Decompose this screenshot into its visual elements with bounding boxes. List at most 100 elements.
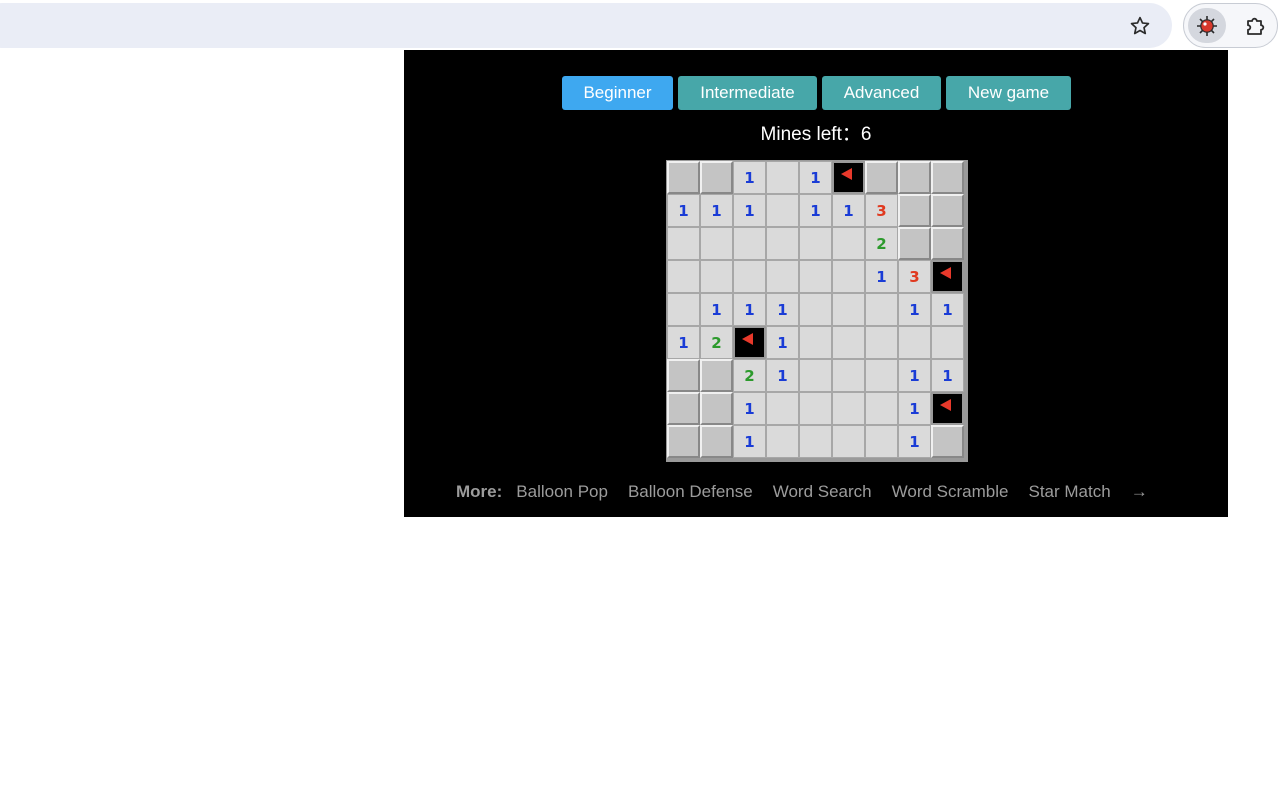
minesweeper-extension-button[interactable] [1188,8,1226,43]
cell-empty[interactable] [832,425,865,458]
cell-hidden[interactable] [700,425,733,458]
cell-number[interactable]: 1 [733,293,766,326]
cell-empty[interactable] [799,260,832,293]
cell-hidden[interactable] [931,194,964,227]
bookmark-star-button[interactable] [1122,8,1158,44]
cell-number[interactable]: 1 [898,293,931,326]
more-link-word-search[interactable]: Word Search [773,481,872,503]
cell-number[interactable]: 2 [700,326,733,359]
cell-empty[interactable] [865,293,898,326]
cell-hidden[interactable] [931,161,964,194]
flag-icon [940,399,951,411]
cell-empty[interactable] [865,392,898,425]
cell-number[interactable]: 1 [832,194,865,227]
cell-number[interactable]: 1 [667,326,700,359]
cell-flagged[interactable] [931,392,964,425]
new-game-button[interactable]: New game [946,76,1071,110]
cell-number[interactable]: 2 [733,359,766,392]
more-link-balloon-defense[interactable]: Balloon Defense [628,481,753,503]
cell-hidden[interactable] [898,161,931,194]
cell-number[interactable]: 1 [931,359,964,392]
cell-number[interactable]: 1 [931,293,964,326]
cell-empty[interactable] [898,326,931,359]
cell-number[interactable]: 1 [865,260,898,293]
cell-empty[interactable] [766,392,799,425]
cell-hidden[interactable] [667,359,700,392]
more-link-star-match[interactable]: Star Match [1028,481,1110,503]
cell-empty[interactable] [799,392,832,425]
cell-empty[interactable] [700,227,733,260]
cell-empty[interactable] [799,425,832,458]
cell-empty[interactable] [766,161,799,194]
intermediate-button[interactable]: Intermediate [678,76,817,110]
more-arrow-icon[interactable]: → [1131,481,1148,503]
cell-number[interactable]: 1 [766,326,799,359]
cell-number[interactable]: 1 [667,194,700,227]
cell-hidden[interactable] [898,194,931,227]
cell-hidden[interactable] [931,425,964,458]
beginner-button[interactable]: Beginner [562,76,673,110]
cell-number[interactable]: 1 [733,194,766,227]
cell-hidden[interactable] [667,392,700,425]
cell-flagged[interactable] [931,260,964,293]
cell-hidden[interactable] [865,161,898,194]
cell-empty[interactable] [667,227,700,260]
cell-number[interactable]: 1 [700,194,733,227]
cell-empty[interactable] [766,260,799,293]
cell-hidden[interactable] [700,359,733,392]
cell-empty[interactable] [865,359,898,392]
cell-number[interactable]: 1 [799,161,832,194]
cell-number[interactable]: 1 [733,425,766,458]
cell-number[interactable]: 1 [766,293,799,326]
cell-hidden[interactable] [667,425,700,458]
cell-number[interactable]: 2 [865,227,898,260]
cell-number[interactable]: 3 [865,194,898,227]
cell-empty[interactable] [766,227,799,260]
cell-hidden[interactable] [700,161,733,194]
address-bar[interactable] [0,3,1172,48]
cell-number[interactable]: 1 [733,392,766,425]
cell-flagged[interactable] [832,161,865,194]
cell-number[interactable]: 1 [898,392,931,425]
cell-empty[interactable] [766,425,799,458]
cell-hidden[interactable] [700,392,733,425]
cell-number[interactable]: 1 [898,359,931,392]
cell-empty[interactable] [832,260,865,293]
cell-hidden[interactable] [931,227,964,260]
cell-empty[interactable] [931,326,964,359]
cell-flagged[interactable] [733,326,766,359]
minesweeper-popup: Beginner Intermediate Advanced New game … [404,50,1228,517]
cell-empty[interactable] [799,326,832,359]
cell-number[interactable]: 1 [700,293,733,326]
cell-empty[interactable] [832,326,865,359]
cell-empty[interactable] [733,227,766,260]
cell-empty[interactable] [865,326,898,359]
cell-empty[interactable] [799,293,832,326]
cell-empty[interactable] [832,227,865,260]
cell-empty[interactable] [832,392,865,425]
advanced-button[interactable]: Advanced [822,76,941,110]
star-icon [1130,16,1150,35]
cell-empty[interactable] [865,425,898,458]
cell-number[interactable]: 3 [898,260,931,293]
cell-number[interactable]: 1 [766,359,799,392]
cell-empty[interactable] [700,260,733,293]
more-link-word-scramble[interactable]: Word Scramble [892,481,1009,503]
cell-empty[interactable] [667,260,700,293]
cell-empty[interactable] [799,227,832,260]
cell-number[interactable]: 1 [733,161,766,194]
cell-empty[interactable] [667,293,700,326]
flag-icon [841,168,852,180]
cell-empty[interactable] [832,293,865,326]
cell-hidden[interactable] [898,227,931,260]
cell-empty[interactable] [766,194,799,227]
extensions-menu-button[interactable] [1238,8,1274,44]
cell-number[interactable]: 1 [799,194,832,227]
cell-empty[interactable] [733,260,766,293]
more-link-balloon-pop[interactable]: Balloon Pop [516,481,608,503]
cell-empty[interactable] [832,359,865,392]
cell-hidden[interactable] [667,161,700,194]
browser-toolbar [0,0,1280,50]
cell-number[interactable]: 1 [898,425,931,458]
cell-empty[interactable] [799,359,832,392]
